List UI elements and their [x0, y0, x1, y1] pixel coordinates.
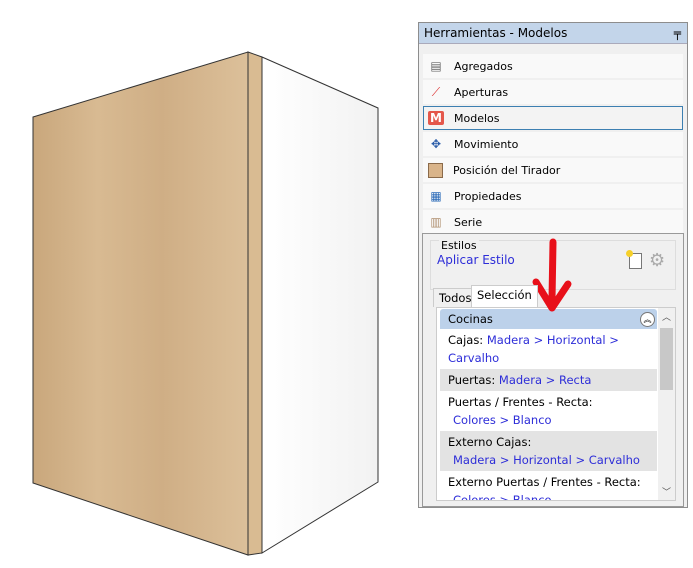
group-header-label: Cocinas: [448, 312, 493, 326]
row-value[interactable]: Colores > Blanco: [448, 491, 649, 500]
row-label: Externo Puertas / Frentes - Recta:: [448, 475, 641, 489]
panel-title-bar: Herramientas - Modelos ╤: [419, 23, 687, 44]
style-selection-list: Cocinas ︽ Cajas: Madera > Horizontal > Ca…: [436, 307, 676, 501]
apply-style-link[interactable]: Aplicar Estilo: [437, 253, 515, 267]
panel-title: Herramientas - Modelos: [424, 26, 568, 40]
item-label: Serie: [454, 215, 483, 229]
item-label: Modelos: [454, 111, 500, 125]
row-label: Externo Cajas:: [448, 435, 532, 449]
aperturas-icon: ⟋: [431, 85, 441, 99]
tool-aperturas[interactable]: ⟋ Aperturas: [423, 80, 683, 104]
move-icon: ✥: [430, 137, 442, 151]
handle-position-icon: [428, 162, 443, 178]
list-item[interactable]: Puertas: Madera > Recta: [440, 369, 657, 391]
item-label: Movimiento: [454, 137, 519, 151]
tool-agregados[interactable]: ▤ Agregados: [423, 54, 683, 78]
collapse-icon[interactable]: ︽: [640, 311, 655, 327]
cabinet-side: [261, 56, 379, 554]
series-icon: ▥: [430, 215, 442, 229]
tool-posicion-tirador[interactable]: Posición del Tirador: [423, 158, 683, 182]
properties-icon: ▦: [430, 189, 442, 203]
list-item[interactable]: Puertas / Frentes - Recta: Colores > Blan…: [440, 391, 657, 431]
cabinet-3d-view: [32, 51, 379, 556]
scrollbar-thumb[interactable]: [660, 328, 673, 390]
pin-icon[interactable]: ╤: [674, 26, 681, 40]
tool-serie[interactable]: ▥ Serie: [423, 210, 683, 234]
tool-propiedades[interactable]: ▦ Propiedades: [423, 184, 683, 208]
gear-icon[interactable]: ⚙: [649, 250, 665, 271]
scroll-down-icon[interactable]: ﹀: [662, 485, 671, 498]
scroll-up-icon[interactable]: ︿: [662, 310, 671, 323]
modelos-icon: M: [428, 111, 444, 125]
row-value[interactable]: Madera > Horizontal > Carvalho: [448, 451, 649, 469]
estilos-label: Estilos: [439, 239, 479, 252]
row-label: Cajas:: [448, 333, 484, 347]
cabinet-front-door: [32, 51, 249, 556]
item-label: Aperturas: [454, 85, 509, 99]
cabinet-edge: [247, 51, 263, 556]
item-label: Agregados: [454, 59, 513, 73]
row-label: Puertas / Frentes - Recta:: [448, 395, 593, 409]
tab-seleccion[interactable]: Selección: [471, 285, 538, 307]
scrollbar[interactable]: ︿ ﹀: [658, 308, 675, 500]
tool-movimiento[interactable]: ✥ Movimiento: [423, 132, 683, 156]
agregados-icon: ▤: [430, 59, 442, 73]
row-value[interactable]: Colores > Blanco: [448, 411, 649, 429]
row-value[interactable]: Madera > Recta: [499, 373, 592, 387]
new-style-icon[interactable]: [626, 250, 642, 269]
list-item[interactable]: Externo Cajas: Madera > Horizontal > Carv…: [440, 431, 657, 471]
row-label: Puertas:: [448, 373, 496, 387]
list-item[interactable]: Externo Puertas / Frentes - Recta: Colore…: [440, 471, 657, 500]
list-item[interactable]: Cajas: Madera > Horizontal > Carvalho: [440, 329, 657, 369]
item-label: Posición del Tirador: [453, 163, 561, 177]
item-label: Propiedades: [454, 189, 522, 203]
tool-modelos[interactable]: M Modelos: [423, 106, 683, 130]
